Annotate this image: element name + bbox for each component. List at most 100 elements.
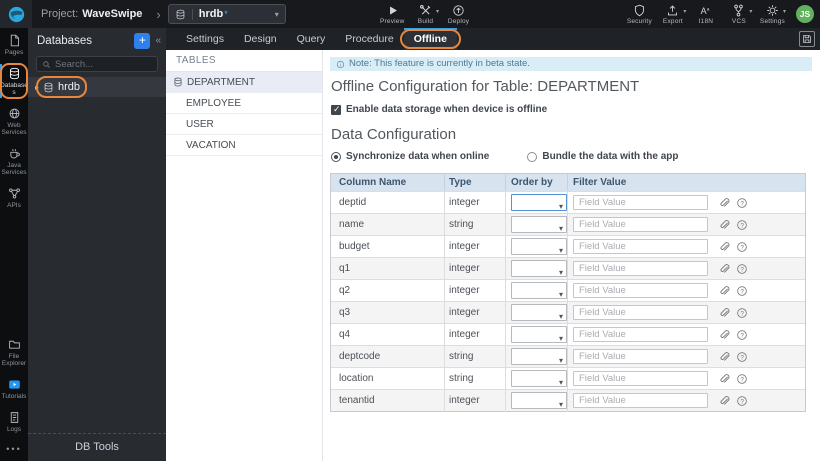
table-list-item[interactable]: VACATION <box>166 135 322 156</box>
paperclip-icon[interactable] <box>718 285 730 297</box>
column-name-cell: location <box>331 367 445 390</box>
paperclip-icon[interactable] <box>718 219 730 231</box>
db-tools-button[interactable]: DB Tools <box>28 433 166 461</box>
tab[interactable]: Procedure <box>335 28 403 50</box>
topbar-action-button[interactable]: ▾ Export <box>661 4 686 25</box>
column-name-cell: q4 <box>331 323 445 346</box>
topbar-action-button[interactable]: ▾ VCS <box>727 4 752 25</box>
project-breadcrumb: Project: WaveSwipe <box>41 8 142 20</box>
rail-nav-item[interactable]: Pages <box>0 28 28 61</box>
tab[interactable]: Query <box>287 28 336 50</box>
order-by-select[interactable] <box>511 369 567 394</box>
tab[interactable]: Design <box>234 28 287 50</box>
topbar-action-button[interactable]: ▾ Build <box>414 4 439 25</box>
question-help-icon[interactable] <box>736 307 748 319</box>
order-by-select[interactable] <box>511 325 567 350</box>
topbar-action-button[interactable]: Security <box>627 4 652 25</box>
radio-icon <box>527 151 538 162</box>
save-button[interactable] <box>799 31 815 47</box>
filter-value-input[interactable] <box>573 371 708 386</box>
tab[interactable]: Offline <box>399 28 462 50</box>
rail-item-label: Logs <box>6 426 22 433</box>
filter-value-input[interactable] <box>573 239 708 254</box>
tab[interactable]: Settings <box>176 28 234 50</box>
order-by-select[interactable] <box>511 391 567 416</box>
user-avatar[interactable]: JS <box>796 5 814 23</box>
rail-item-label: Databases <box>0 82 28 96</box>
beta-note-banner: Note: This feature is currently in beta … <box>330 57 812 71</box>
order-by-select[interactable] <box>511 237 567 262</box>
filter-value-input[interactable] <box>573 217 708 232</box>
action-label: Preview <box>380 17 405 25</box>
question-help-icon[interactable] <box>736 329 748 341</box>
filter-value-input[interactable] <box>573 305 708 320</box>
table-list-item[interactable]: USER <box>166 114 322 135</box>
topbar-action-button[interactable]: I18N <box>694 4 718 25</box>
database-search-input[interactable] <box>55 58 152 70</box>
rail-nav-item[interactable]: APIs <box>0 181 28 214</box>
order-by-select[interactable] <box>511 281 567 306</box>
sync-option-radio[interactable]: Synchronize data when online <box>331 151 489 162</box>
page-title: Offline Configuration for Table: DEPARTM… <box>331 78 640 95</box>
paperclip-icon[interactable] <box>718 395 730 407</box>
rail-nav-item[interactable]: Logs <box>0 405 28 438</box>
rail-overflow-button[interactable]: ••• <box>6 438 21 461</box>
question-help-icon[interactable] <box>736 395 748 407</box>
rail-nav-item[interactable]: Databases <box>0 61 28 101</box>
rail-nav-item[interactable]: Web Services <box>0 101 28 141</box>
question-help-icon[interactable] <box>736 263 748 275</box>
paperclip-icon[interactable] <box>718 307 730 319</box>
action-icon <box>766 4 779 17</box>
table-list-item[interactable]: EMPLOYEE <box>166 93 322 114</box>
rail-nav-item[interactable]: Tutorials <box>0 372 28 405</box>
question-help-icon[interactable] <box>736 285 748 297</box>
rail-nav-item[interactable]: File Explorer <box>0 332 28 372</box>
add-database-button[interactable]: + <box>134 32 151 49</box>
column-type-cell: integer <box>445 301 506 324</box>
question-help-icon[interactable] <box>736 373 748 385</box>
filter-value-input[interactable] <box>573 195 708 210</box>
wavemaker-logo[interactable] <box>0 0 32 28</box>
filter-value-input[interactable] <box>573 349 708 364</box>
paperclip-icon[interactable] <box>718 351 730 363</box>
paperclip-icon[interactable] <box>718 197 730 209</box>
paperclip-icon[interactable] <box>718 329 730 341</box>
table-list-item[interactable]: DEPARTMENT <box>166 72 322 93</box>
collapse-panel-icon[interactable]: « <box>155 35 161 46</box>
enable-offline-checkbox[interactable] <box>331 104 341 115</box>
filter-value-input[interactable] <box>573 261 708 276</box>
question-help-icon[interactable] <box>736 219 748 231</box>
filter-value-input[interactable] <box>573 327 708 342</box>
question-help-icon[interactable] <box>736 351 748 363</box>
column-type-cell: integer <box>445 235 506 258</box>
order-by-select[interactable] <box>511 347 567 372</box>
paperclip-icon[interactable] <box>718 241 730 253</box>
action-icon <box>666 4 679 17</box>
order-by-select[interactable] <box>511 259 567 284</box>
order-by-select[interactable] <box>511 303 567 328</box>
question-help-icon[interactable] <box>736 197 748 209</box>
order-by-select[interactable] <box>511 215 567 240</box>
rail-nav-item[interactable]: Java Services <box>0 141 28 181</box>
wavemaker-logo-icon <box>8 6 24 22</box>
topbar-action-button[interactable]: Preview <box>380 4 405 25</box>
left-navigation-rail: Pages Databases Web Services Java Servic… <box>0 28 28 461</box>
topbar-action-button[interactable]: ▾ Settings <box>760 4 786 25</box>
action-icon <box>732 4 745 17</box>
paperclip-icon[interactable] <box>718 263 730 275</box>
question-help-icon[interactable] <box>736 241 748 253</box>
caret-down-icon: ▾ <box>782 8 786 15</box>
sync-option-radio[interactable]: Bundle the data with the app <box>527 151 678 162</box>
database-item-hrdb[interactable]: ▸ hrdb <box>28 76 166 98</box>
table-row: q2 integer <box>331 279 805 306</box>
topbar-action-button[interactable]: Deploy <box>447 4 471 25</box>
expander-icon[interactable]: ▸ <box>35 83 39 92</box>
column-header: Column Name <box>331 174 445 191</box>
filter-value-input[interactable] <box>573 283 708 298</box>
filter-value-input[interactable] <box>573 393 708 408</box>
chevron-down-icon: ▾ <box>274 9 279 19</box>
paperclip-icon[interactable] <box>718 373 730 385</box>
order-by-select[interactable] <box>511 193 567 218</box>
table-row: location string <box>331 367 805 394</box>
database-selector-dropdown[interactable]: hrdb * ▾ <box>167 4 286 24</box>
